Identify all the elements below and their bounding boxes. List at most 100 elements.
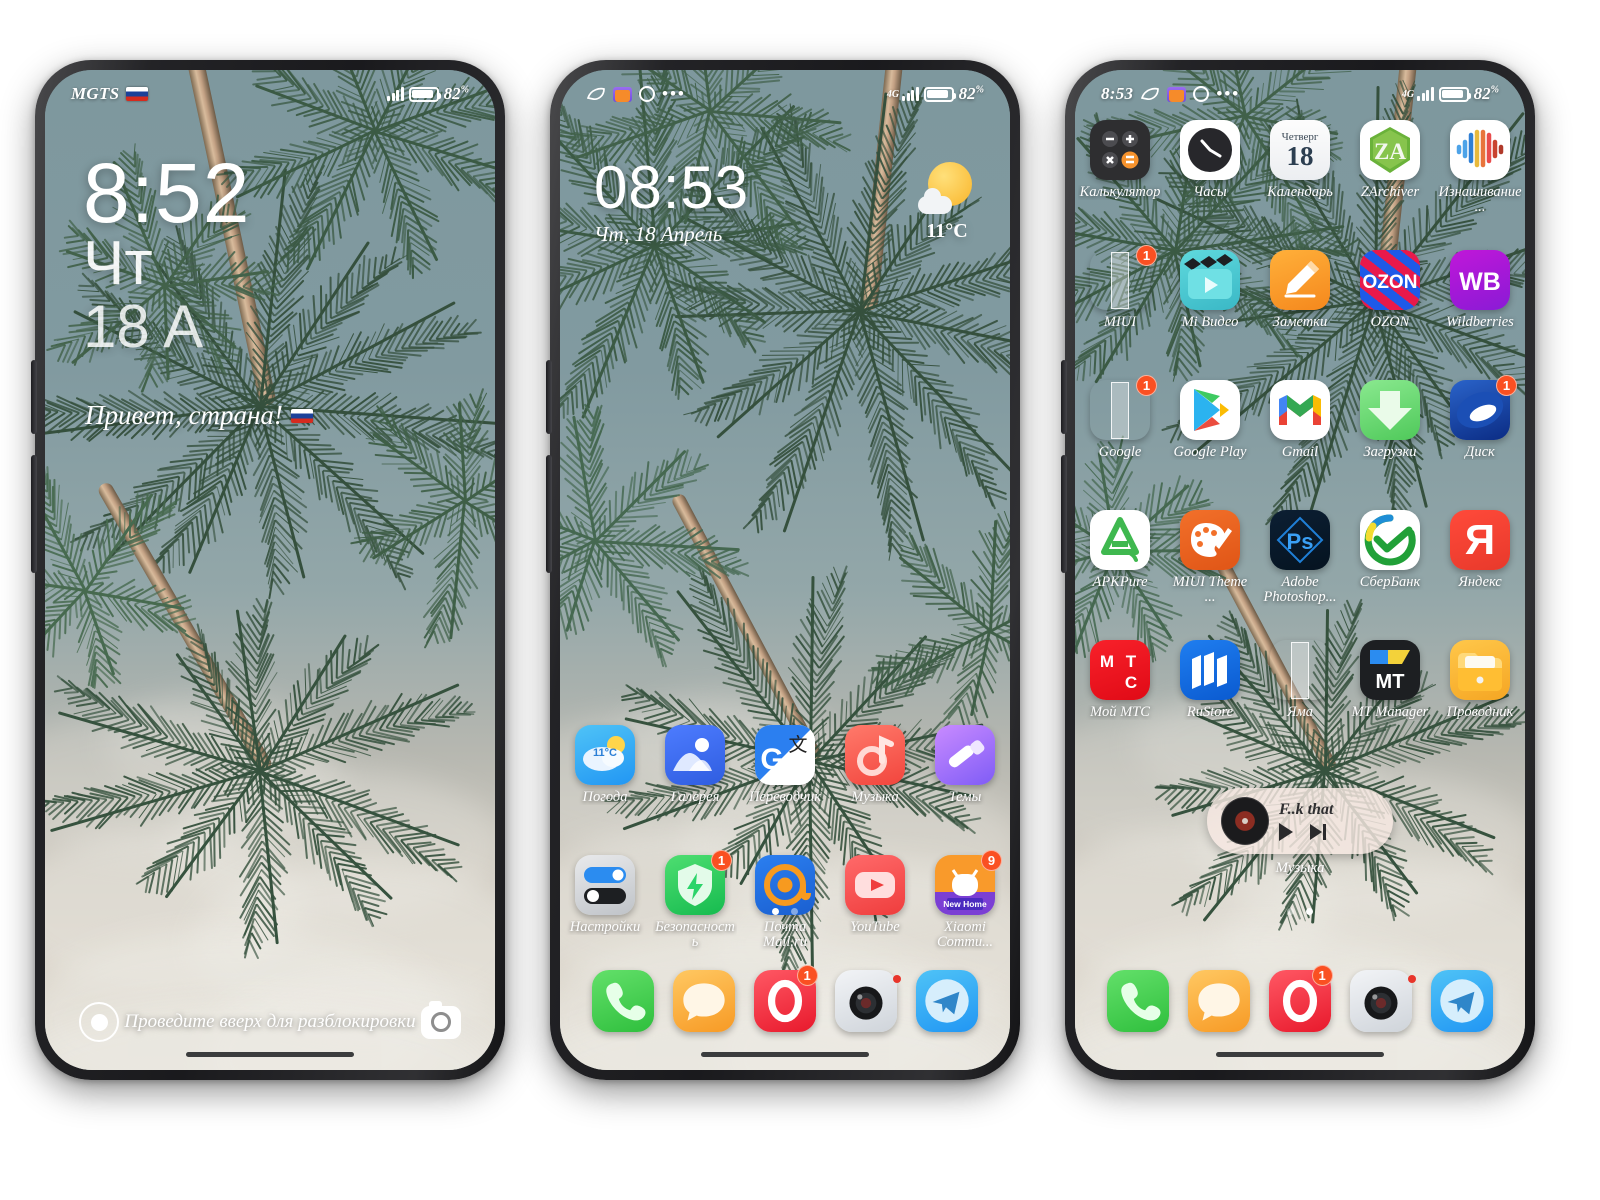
app-icon-apkpure[interactable]: APKPure <box>1075 510 1165 606</box>
calculator-icon[interactable] <box>1090 120 1150 180</box>
app-icon-изнашивание[interactable]: Изнашивание ... <box>1435 120 1525 216</box>
app-icon-youtube[interactable]: YouTube <box>830 855 920 951</box>
app-icon-настройки[interactable]: Настройки <box>560 855 650 951</box>
volume-button[interactable] <box>1061 455 1067 573</box>
app-icon-item[interactable]: 1 <box>1259 970 1340 1032</box>
weather-app-icon[interactable]: 11°C <box>575 725 635 785</box>
assistant-icon[interactable] <box>79 1002 119 1042</box>
google-play-icon[interactable] <box>1180 380 1240 440</box>
mts-icon[interactable]: МТС <box>1090 640 1150 700</box>
app-icon-item[interactable] <box>1422 970 1503 1032</box>
app-icon-мой-мтс[interactable]: М Т С Мой МТС <box>1075 640 1165 720</box>
phone-icon[interactable] <box>1107 970 1169 1032</box>
settings-icon[interactable] <box>575 855 635 915</box>
telegram-icon[interactable] <box>916 970 978 1032</box>
app-icon-яма[interactable]: Яма <box>1255 640 1345 720</box>
app-icon-zarchiver[interactable]: ZA ZArchiver <box>1345 120 1435 216</box>
page-dot[interactable] <box>772 908 779 915</box>
page-dot[interactable] <box>1287 908 1294 915</box>
app-icon-темы[interactable]: Темы <box>920 725 1010 805</box>
gmail-icon[interactable] <box>1270 380 1330 440</box>
app-icon-диск[interactable]: 1 Диск <box>1435 380 1525 460</box>
app-icon-музыка[interactable]: Музыка <box>830 725 920 805</box>
ozon-icon[interactable]: OZON <box>1360 250 1420 310</box>
clock-icon[interactable] <box>1180 120 1240 180</box>
app-icon-яндекс[interactable]: Я Яндекс <box>1435 510 1525 606</box>
app-icon-часы[interactable]: Часы <box>1165 120 1255 216</box>
wear-test-icon[interactable] <box>1450 120 1510 180</box>
apkpure-icon[interactable] <box>1090 510 1150 570</box>
app-icon-adobe-photoshop[interactable]: Ps Adobe Photoshop... <box>1255 510 1345 606</box>
rustore-icon[interactable] <box>1180 640 1240 700</box>
play-icon[interactable] <box>1279 823 1293 841</box>
google-translate-icon[interactable]: G文 <box>755 725 815 785</box>
sberbank-icon[interactable] <box>1360 510 1420 570</box>
zarchiver-icon[interactable]: ZA <box>1360 120 1420 180</box>
mt-manager-icon[interactable]: MT <box>1360 640 1420 700</box>
yandex-icon[interactable]: Я <box>1450 510 1510 570</box>
music-icon[interactable] <box>845 725 905 785</box>
homescreen-clock-widget[interactable]: 08:53 Чт, 18 Апрель <box>594 158 749 247</box>
app-icon-wildberries[interactable]: WB Wildberries <box>1435 250 1525 330</box>
app-icon-item[interactable]: 1 <box>744 970 825 1032</box>
music-widget[interactable]: F..k that Музыка <box>1207 788 1393 877</box>
app-icon-почта-mail-ru[interactable]: Почта Mail.ru <box>740 855 830 951</box>
downloads-icon[interactable] <box>1360 380 1420 440</box>
page-indicator[interactable] <box>1075 908 1525 915</box>
gallery-icon[interactable] <box>665 725 725 785</box>
notes-icon[interactable] <box>1270 250 1330 310</box>
themes-icon[interactable] <box>935 725 995 785</box>
volume-button[interactable] <box>31 455 37 573</box>
app-icon-калькулятор[interactable]: Калькулятор <box>1075 120 1165 216</box>
power-button[interactable] <box>1061 360 1067 434</box>
page-indicator[interactable] <box>560 908 1010 915</box>
weather-widget[interactable]: 11°C <box>918 162 976 243</box>
app-icon-сбербанк[interactable]: СберБанк <box>1345 510 1435 606</box>
app-icon-xiaomi-commu[interactable]: New Home 9 Xiaomi Commu... <box>920 855 1010 951</box>
power-button[interactable] <box>546 360 552 434</box>
telegram-icon[interactable] <box>1431 970 1493 1032</box>
app-icon-item[interactable] <box>1178 970 1259 1032</box>
calendar-icon[interactable]: Четверг 18 <box>1270 120 1330 180</box>
app-icon-item[interactable] <box>1097 970 1178 1032</box>
app-icon-заметки[interactable]: Заметки <box>1255 250 1345 330</box>
app-icon-gmail[interactable]: Gmail <box>1255 380 1345 460</box>
app-icon-проводник[interactable]: Проводник <box>1435 640 1525 720</box>
app-icon-item[interactable] <box>1341 970 1422 1032</box>
app-icon-google-play[interactable]: Google Play <box>1165 380 1255 460</box>
page-dot[interactable] <box>1306 908 1313 915</box>
app-icon-item[interactable] <box>826 970 907 1032</box>
music-player-pill[interactable]: F..k that <box>1207 788 1393 854</box>
app-icon-mt-manager[interactable]: MT MT Manager <box>1345 640 1435 720</box>
messages-icon[interactable] <box>673 970 735 1032</box>
app-icon-miui[interactable]: 1 MIUI <box>1075 250 1165 330</box>
mi-video-icon[interactable] <box>1180 250 1240 310</box>
wildberries-icon[interactable]: WB <box>1450 250 1510 310</box>
app-icon-погода[interactable]: 11°C Погода <box>560 725 650 805</box>
next-icon[interactable] <box>1310 824 1326 840</box>
file-explorer-icon[interactable] <box>1450 640 1510 700</box>
app-icon-загрузки[interactable]: Загрузки <box>1345 380 1435 460</box>
youtube-icon[interactable] <box>845 855 905 915</box>
app-icon-item[interactable] <box>663 970 744 1032</box>
app-icon-miui-theme[interactable]: MIUI Theme ... <box>1165 510 1255 606</box>
lockscreen-clock[interactable]: 8:52 Чт 18 A <box>83 155 251 357</box>
messages-icon[interactable] <box>1188 970 1250 1032</box>
gesture-bar[interactable] <box>701 1052 869 1057</box>
yama-folder-icon[interactable] <box>1270 640 1330 700</box>
app-icon-безопасность[interactable]: 1 Безопасность <box>650 855 740 951</box>
app-icon-google[interactable]: 1 Google <box>1075 380 1165 460</box>
app-icon-rustore[interactable]: RuStore <box>1165 640 1255 720</box>
app-icon-item[interactable] <box>582 970 663 1032</box>
phone-icon[interactable] <box>592 970 654 1032</box>
app-icon-переводчик[interactable]: G 文 Переводчик <box>740 725 830 805</box>
photoshop-express-icon[interactable]: Ps <box>1270 510 1330 570</box>
app-icon-галерея[interactable]: Галерея <box>650 725 740 805</box>
app-icon-mi-видео[interactable]: Mi Видео <box>1165 250 1255 330</box>
mailru-icon[interactable] <box>755 855 815 915</box>
miui-theme-editor-icon[interactable] <box>1180 510 1240 570</box>
camera-app-icon[interactable] <box>835 970 897 1032</box>
page-dot[interactable] <box>791 908 798 915</box>
gesture-bar[interactable] <box>1216 1052 1384 1057</box>
app-icon-ozon[interactable]: OZON OZON <box>1345 250 1435 330</box>
